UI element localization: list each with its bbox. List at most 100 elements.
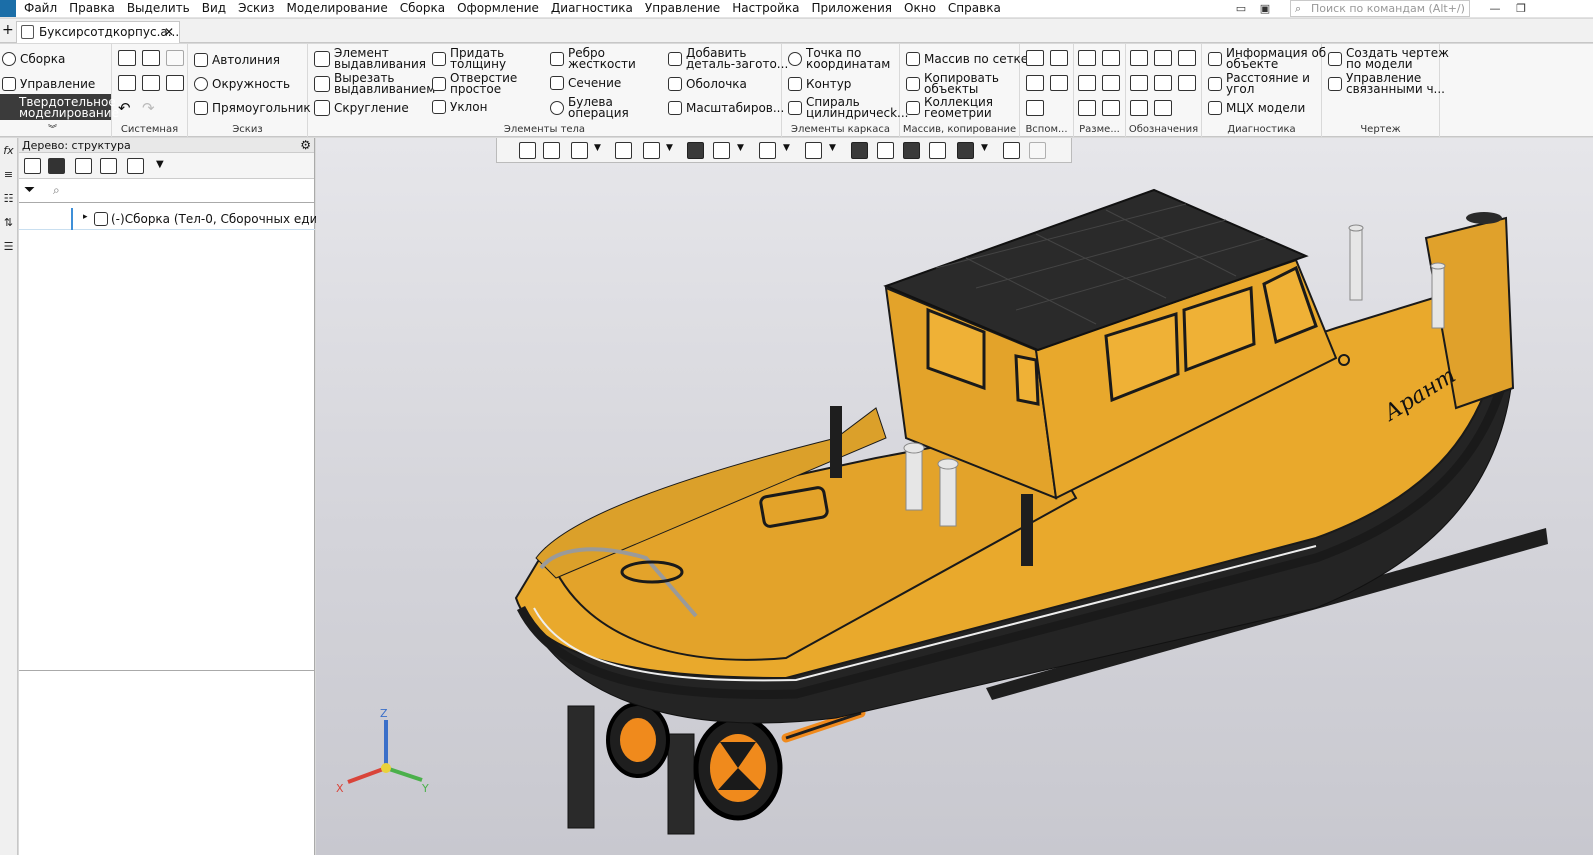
menu-modeling[interactable]: Моделирование	[286, 1, 387, 15]
preview-icon[interactable]	[142, 75, 160, 91]
save-icon[interactable]	[166, 50, 184, 66]
tree-search-input[interactable]: ⌕	[53, 183, 60, 198]
new-document-icon[interactable]	[118, 50, 136, 66]
components-view-icon[interactable]	[903, 142, 920, 159]
minimize-button[interactable]: —	[1486, 1, 1504, 16]
hole-button[interactable]: Отверстие простое	[432, 72, 517, 95]
menu-assembly[interactable]: Сборка	[400, 1, 445, 15]
filter-dropdown-icon[interactable]: ▼	[981, 143, 988, 153]
cut-extrude-button[interactable]: Вырезать выдавливанием	[314, 72, 435, 95]
mass-props-button[interactable]: МЦХ модели	[1208, 101, 1305, 115]
tree-select-icon[interactable]	[100, 158, 117, 174]
print-icon[interactable]	[118, 75, 136, 91]
zoom-icon[interactable]	[571, 142, 588, 159]
close-tab-button[interactable]: ✕	[164, 22, 174, 42]
save-all-icon[interactable]	[166, 75, 184, 91]
boat-model[interactable]: Арант	[316, 138, 1593, 855]
aux-csys-icon[interactable]	[1050, 75, 1068, 91]
spiral-button[interactable]: Спираль цилиндричесk...	[788, 96, 908, 119]
menu-help[interactable]: Справка	[948, 1, 1001, 15]
new-tab-plus-icon[interactable]: +	[2, 22, 14, 38]
mark-icon[interactable]	[1178, 75, 1196, 91]
section-button[interactable]: Сечение	[550, 76, 621, 90]
extrude-button[interactable]: Элемент выдавливания	[314, 47, 426, 70]
add-part-button[interactable]: Добавить деталь-загото...	[668, 47, 788, 70]
filter-icon[interactable]: ⏷	[24, 182, 35, 198]
base-icon[interactable]	[1130, 100, 1148, 116]
zoom-dropdown-icon[interactable]: ▼	[594, 143, 601, 153]
redo-icon[interactable]: ↷	[142, 99, 155, 117]
open-folder-icon[interactable]	[142, 50, 160, 66]
aux-plane-icon[interactable]	[1026, 50, 1044, 66]
boolean-button[interactable]: Булева операция	[550, 96, 629, 119]
command-search-input[interactable]: ⌕ Поиск по командам (Alt+/)	[1290, 0, 1470, 17]
variables-fx-icon[interactable]: fx	[2, 144, 15, 158]
tree-structure-icon[interactable]	[24, 158, 41, 174]
distance-angle-button[interactable]: Расстояние и угол	[1208, 72, 1310, 95]
mode-assembly[interactable]: Сборка	[2, 52, 65, 66]
weld-icon[interactable]	[1154, 75, 1172, 91]
select-filter-icon[interactable]	[851, 142, 868, 159]
circle-button[interactable]: Окружность	[194, 77, 290, 91]
draft-button[interactable]: Уклон	[432, 100, 487, 114]
fillet-button[interactable]: Скругление	[314, 100, 409, 116]
display-dropdown-icon[interactable]: ▼	[737, 143, 744, 153]
chevron-down-icon[interactable]: ▼	[156, 159, 164, 170]
radius-dim-icon[interactable]	[1102, 75, 1120, 91]
aux-point-icon[interactable]	[1026, 75, 1044, 91]
create-drawing-button[interactable]: Создать чертеж по модели	[1328, 47, 1449, 70]
expand-arrow-icon[interactable]: ▸	[83, 212, 88, 222]
pan-icon[interactable]	[615, 142, 632, 159]
shaded-edges-icon[interactable]	[687, 142, 704, 159]
properties-icon[interactable]: ☰	[2, 240, 15, 254]
rotate-dropdown-icon[interactable]: ▼	[666, 143, 673, 153]
normal-view-icon[interactable]	[519, 142, 536, 159]
rotate-icon[interactable]	[643, 142, 660, 159]
dim-edit-icon[interactable]	[1102, 100, 1120, 116]
display-mode-icon[interactable]	[713, 142, 730, 159]
diameter-dim-icon[interactable]	[1102, 50, 1120, 66]
tolerance-icon[interactable]	[1130, 75, 1148, 91]
brush-icon[interactable]	[1029, 142, 1046, 159]
geometry-collection-button[interactable]: Коллекция геометрии	[906, 96, 993, 119]
hide-dropdown-icon[interactable]: ▼	[783, 143, 790, 153]
tree-build-order-icon[interactable]	[48, 158, 65, 174]
shell-button[interactable]: Оболочка	[668, 77, 747, 91]
mode-solid-modeling[interactable]: Твердотельное моделирование	[0, 94, 119, 120]
copy-objects-button[interactable]: Копировать объекты	[906, 72, 999, 95]
panel-layout-icon[interactable]: ▭	[1232, 1, 1250, 16]
view-orientation-icon[interactable]	[543, 142, 560, 159]
point-coords-button[interactable]: Точка по координатам	[788, 47, 890, 70]
datum-icon[interactable]	[1154, 50, 1172, 66]
section-dropdown-icon[interactable]: ▼	[829, 143, 836, 153]
roughness-icon[interactable]	[1178, 50, 1196, 66]
screen-settings-icon[interactable]: ▣	[1256, 1, 1274, 16]
aux-line-icon[interactable]	[1026, 100, 1044, 116]
filter-icon[interactable]	[957, 142, 974, 159]
grid-array-button[interactable]: Массив по сетке	[906, 52, 1028, 66]
menu-formatting[interactable]: Оформление	[457, 1, 539, 15]
menu-diagnostics[interactable]: Диагностика	[551, 1, 633, 15]
contour-button[interactable]: Контур	[788, 77, 851, 91]
panel-divider[interactable]	[19, 670, 315, 671]
angle-dim-icon[interactable]	[1078, 75, 1096, 91]
menu-view[interactable]: Вид	[202, 1, 226, 15]
aux-axis-icon[interactable]	[1050, 50, 1068, 66]
tree-components-icon[interactable]	[75, 158, 92, 174]
menu-applications[interactable]: Приложения	[812, 1, 893, 15]
menu-settings[interactable]: Настройка	[732, 1, 799, 15]
tree-icon[interactable]: ☷	[2, 192, 15, 206]
thicken-button[interactable]: Придать толщину	[432, 47, 506, 70]
menu-file[interactable]: Файл	[24, 1, 57, 15]
layers-icon[interactable]: ≡	[2, 168, 15, 182]
menu-management[interactable]: Управление	[645, 1, 720, 15]
rectangle-button[interactable]: Прямоугольник	[194, 101, 311, 115]
gear-icon[interactable]: ⚙	[300, 138, 311, 153]
auto-dim-icon[interactable]	[1078, 100, 1096, 116]
autoline-button[interactable]: Автолиния	[194, 53, 280, 67]
scene-icon[interactable]	[929, 142, 946, 159]
linear-dim-icon[interactable]	[1078, 50, 1096, 66]
expand-modes-icon[interactable]: ︾	[48, 122, 57, 135]
document-tab[interactable]: Буксирсотдкорпус.а... ✕	[16, 21, 180, 43]
3d-viewport[interactable]: Арант Z X Y ▼ ▼ ▼ ▼ ▼ ▼	[316, 138, 1593, 855]
